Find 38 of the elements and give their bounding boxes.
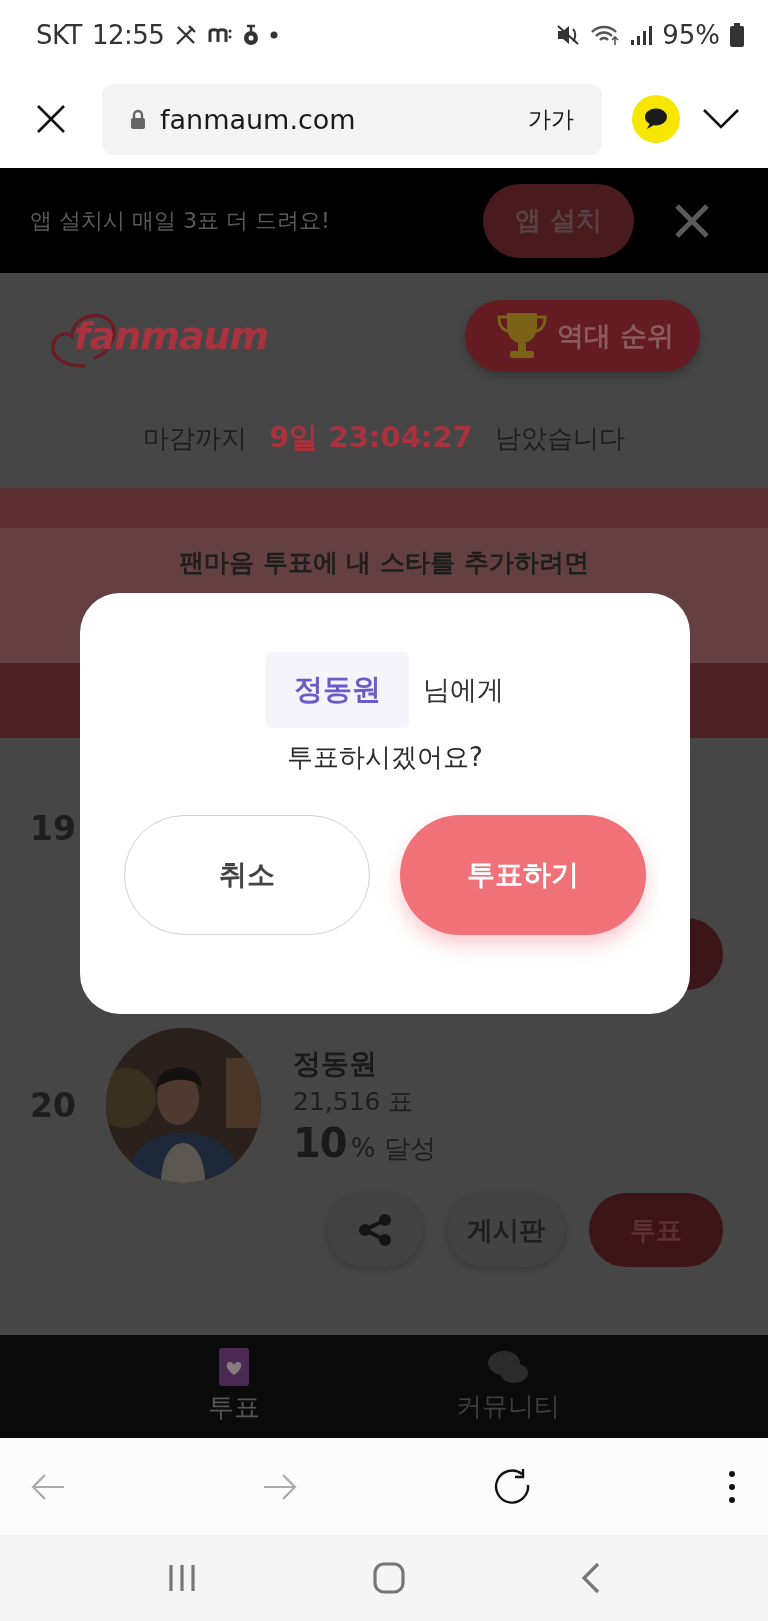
install-promo-text: 앱 설치시 매일 3표 더 드려요!	[30, 206, 331, 235]
battery-icon	[730, 23, 744, 47]
notification-icon	[208, 26, 233, 44]
all-time-ranking-button[interactable]: 역대 순위	[464, 299, 700, 372]
logo[interactable]: fanmaum	[46, 295, 269, 376]
vote-card-icon	[219, 1348, 249, 1386]
cancel-button[interactable]: 취소	[124, 815, 370, 935]
more-icon[interactable]	[728, 1469, 736, 1504]
nav-tab[interactable]: 투표	[208, 1335, 260, 1438]
back-arrow-icon[interactable]	[30, 1471, 66, 1502]
recent-apps-icon[interactable]	[167, 1563, 197, 1593]
bulb-icon	[242, 24, 261, 46]
reload-icon[interactable]	[494, 1467, 532, 1506]
home-icon[interactable]	[373, 1562, 405, 1594]
back-icon[interactable]	[581, 1562, 601, 1594]
close-icon[interactable]	[36, 104, 66, 134]
carrier: SKT	[36, 20, 82, 50]
lock-icon	[130, 109, 146, 129]
dot-icon	[270, 31, 279, 39]
text-size-button[interactable]: 가가	[528, 103, 574, 135]
mute-icon	[556, 24, 581, 46]
candidate-name: 정동원	[266, 652, 409, 728]
signal-icon	[630, 24, 653, 46]
chat-bubble-icon[interactable]	[632, 95, 680, 143]
share-icon	[357, 1214, 393, 1246]
address-bar[interactable]: fanmaum.com 가가	[102, 83, 602, 155]
clock: 12:55	[91, 20, 165, 50]
url-text: fanmaum.com	[160, 103, 357, 135]
chevron-down-icon[interactable]	[702, 108, 740, 130]
dialog-question: 투표하시겠어요?	[287, 741, 483, 774]
countdown-timer: 9일 23:04:27	[269, 419, 473, 456]
wifi-icon	[590, 24, 621, 46]
forward-arrow-icon[interactable]	[262, 1471, 298, 1502]
battery-level: 95%	[662, 20, 720, 50]
chat-bubbles-icon	[486, 1349, 530, 1385]
confirm-vote-button[interactable]: 투표하기	[400, 815, 646, 935]
dialog-text: 님에게	[423, 673, 504, 707]
promo-text: 팬마음 투표에 내 스타를 추가하려면	[179, 547, 589, 579]
